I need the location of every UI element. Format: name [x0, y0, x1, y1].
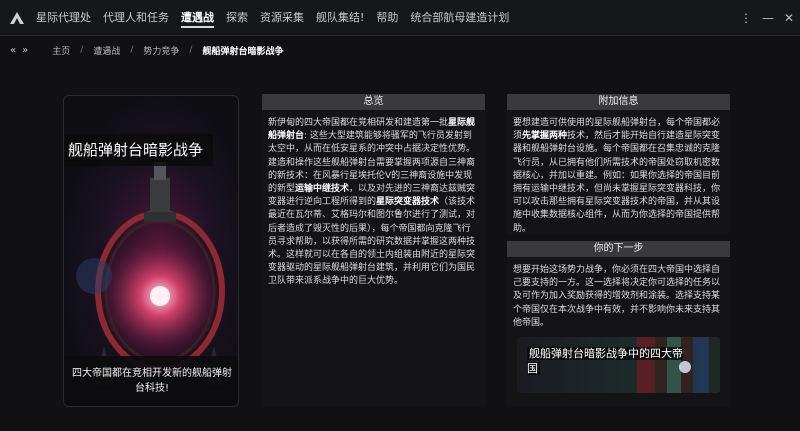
additional-info-panel: 附加信息 要想建造可供使用的星际舰船弹射台，每个帝国都必须先掌握两种技术，然后才…: [507, 94, 730, 234]
next-step-text: 想要开始这场势力战争，你必须在四大帝国中选择自己要支持的一方。这一选择将决定你可…: [513, 265, 721, 328]
breadcrumb-encounters[interactable]: 遭遇战: [83, 44, 130, 57]
more-options-icon[interactable]: ⋮: [740, 11, 752, 25]
app-logo-icon[interactable]: [4, 0, 30, 36]
promo-text-label: 舰船弹射台暗影战争中的四大帝国: [527, 347, 683, 375]
overview-heading: 总览: [262, 94, 485, 110]
nav-item-agents-missions[interactable]: 代理人和任务: [97, 0, 175, 36]
forward-icon[interactable]: »: [22, 45, 28, 56]
overview-text-part: （该技术最近在瓦尔蒂、艾格玛尔和图尔鲁尔进行了测试，对后者造成了毁灭性的后果），…: [268, 197, 476, 287]
next-step-heading: 你的下一步: [507, 241, 730, 257]
banner-caption: 四大帝国都在竞相开发新的舰船弹射台科技!: [64, 356, 238, 406]
nav-item-carrier-project[interactable]: 统合部航母建造计划: [404, 0, 515, 36]
additional-info-text: 要想建造可供使用的星际舰船弹射台，每个帝国都必须先掌握两种技术，然后才能开始自行…: [507, 110, 730, 243]
close-icon[interactable]: ✕: [784, 11, 794, 25]
banner-title: 舰船弹射台暗影战争: [64, 134, 214, 166]
nav-item-encounters[interactable]: 遭遇战: [175, 0, 220, 36]
top-nav-bar: 星际代理处 代理人和任务 遭遇战 探索 资源采集 舰队集结! 帮助 统合部航母建…: [0, 0, 800, 36]
nav-item-help[interactable]: 帮助: [370, 0, 404, 36]
overview-panel: 总览 新伊甸的四大帝国都在竞相研发和建造第一批星际舰船弹射台: 这些大型建筑能够…: [262, 94, 485, 407]
nav-item-resource-harvesting[interactable]: 资源采集: [254, 0, 310, 36]
overview-text: 新伊甸的四大帝国都在竞相研发和建造第一批星际舰船弹射台: 这些大型建筑能够将骚军…: [262, 110, 485, 296]
overview-text-part: 新伊甸的四大帝国都在竞相研发和建造第一批: [268, 118, 449, 128]
next-step-panel: 你的下一步 想要开始这场势力战争，你必须在四大帝国中选择自己要支持的一方。这一选…: [507, 241, 730, 407]
breadcrumb-faction-warfare[interactable]: 势力竞争: [133, 44, 189, 57]
breadcrumb-home[interactable]: 主页: [42, 44, 80, 57]
back-icon[interactable]: «: [10, 45, 16, 56]
info-highlight: 先掌握两种: [522, 131, 568, 142]
event-banner: 舰船弹射台暗影战争 四大帝国都在竞相开发新的舰船弹射台科技!: [63, 95, 239, 407]
nav-item-agency[interactable]: 星际代理处: [30, 0, 97, 36]
overview-highlight: 运输中继技术: [295, 184, 350, 195]
breadcrumb-current: 舰船弹射台暗影战争: [202, 46, 284, 57]
empires-promo-card[interactable]: 舰船弹射台暗影战争中的四大帝国: [517, 337, 720, 393]
main-nav: 星际代理处 代理人和任务 遭遇战 探索 资源采集 舰队集结! 帮助 统合部航母建…: [30, 0, 515, 36]
minimize-icon[interactable]: —: [762, 11, 774, 25]
nav-item-exploration[interactable]: 探索: [220, 0, 254, 36]
overview-highlight: 星际突变器技术: [376, 197, 440, 208]
window-controls: ⋮ — ✕: [740, 0, 794, 36]
history-nav: « »: [10, 45, 28, 56]
info-text-part: 技术，然后才能开始自行建造星际突变器和舰船弹射台设施。每个帝国都在召集忠诚的克隆…: [513, 131, 721, 234]
additional-info-heading: 附加信息: [507, 94, 730, 110]
breadcrumb: « » 主页 / 遭遇战 / 势力竞争 / 舰船弹射台暗影战争: [0, 36, 800, 64]
nav-item-fleet-up[interactable]: 舰队集结!: [310, 0, 370, 36]
promo-text: 舰船弹射台暗影战争中的四大帝国: [527, 346, 687, 376]
